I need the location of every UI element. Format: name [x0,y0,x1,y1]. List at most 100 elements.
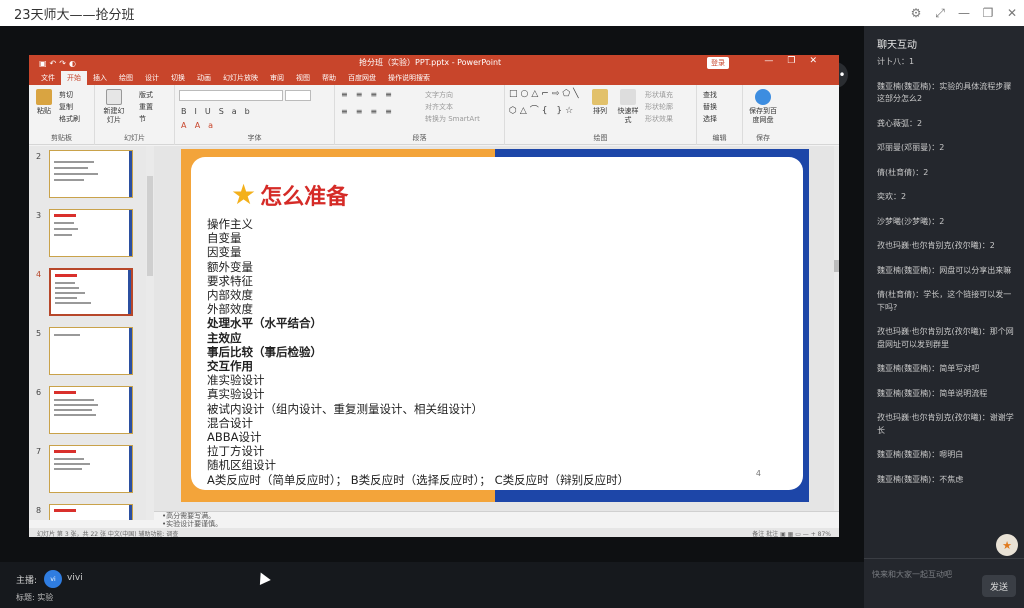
tab-slideshow[interactable]: 幻灯片放映 [217,71,264,85]
shape-effect-button[interactable]: 形状效果 [645,114,673,124]
arrange-button[interactable]: 排列 [589,89,611,116]
font-color-buttons[interactable]: AAa [181,121,221,130]
tab-baidu[interactable]: 百度网盘 [342,71,382,85]
reset-button[interactable]: 重置 [139,102,153,112]
ppt-statusbar: 幻灯片 第 3 张，共 22 张 中文(中国) 辅助功能: 调查 备注 批注 ▣… [29,528,839,537]
tab-home[interactable]: 开始 [61,71,87,85]
shape-outline-button[interactable]: 形状轮廓 [645,102,673,112]
chat-message: 魏亚楠(魏亚楠)：不焦虑 [877,474,964,484]
chat-message: 魏亚楠(魏亚楠)：网盘可以分享出来嘛 [877,265,1012,275]
arrange-icon [592,89,608,105]
tab-draw[interactable]: 绘图 [113,71,139,85]
list-buttons[interactable]: ≡≡≡≡ [341,90,400,99]
align-text-button[interactable]: 对齐文本 [425,102,453,112]
chat-message: 沙梦曦(沙梦曦)：2 [877,216,945,226]
drawing-label: 绘图 [593,134,608,142]
clipboard-label: 剪贴板 [51,134,72,142]
font-name-input[interactable] [179,90,283,101]
send-button[interactable]: 发送 [982,575,1016,597]
slide-title-text: 怎么准备 [260,185,349,210]
save-to-baidu-button[interactable]: 保存到百度网盘 [747,89,779,125]
format-painter-button[interactable]: 格式刷 [59,114,80,124]
chat-message: 倩(杜育倩)：学长，这个链接可以发一下吗? [877,290,1012,312]
quick-styles-label: 快速样式 [617,107,639,124]
tab-animations[interactable]: 动画 [191,71,217,85]
tab-review[interactable]: 审阅 [264,71,290,85]
thumbnail-number: 2 [36,152,42,161]
chat-message: 魏亚楠(魏亚楠)：简单写对吧 [877,364,980,373]
slide-content-card: ★ 怎么准备 操作主义 自变量 因变量 额外变量 要求特征 内部效度 外部效度 处理水平（水平… [191,157,803,490]
chat-divider [864,558,1024,559]
tab-search[interactable]: 操作说明搜索 [382,71,436,85]
shapes-gallery[interactable]: □○△⌐⇨⬠╲ [509,89,582,99]
status-slide-info: 幻灯片 第 3 张，共 22 张 中文(中国) 辅助功能: 调查 [37,531,179,537]
settings-icon[interactable]: ⚙ [904,0,928,26]
save-label: 保存 [756,134,770,142]
layout-button[interactable]: 版式 [139,90,153,100]
thumbnail-scrollbar[interactable] [146,146,154,520]
thumbnail-image [49,209,133,257]
thumbnail-slide-4[interactable]: 4 [29,268,147,318]
window-controls: ⚙ ⤢ — ❐ ✕ [904,0,1024,26]
replace-button[interactable]: 替换 [703,102,717,112]
chat-message: 计卜八：1 [877,57,915,66]
star-icon: ★ [231,178,257,211]
tab-help[interactable]: 帮助 [316,71,342,85]
thumbnail-number: 3 [36,211,42,220]
font-format-buttons[interactable]: BIUSab [181,107,258,116]
quick-styles-button[interactable]: 快速样式 [615,89,641,125]
tab-transitions[interactable]: 切换 [165,71,191,85]
quick-access-icons[interactable]: ▣↶↷◐ [39,59,79,68]
save-group: 保存到百度网盘 保存 [743,85,783,145]
tab-insert[interactable]: 插入 [87,71,113,85]
chat-message: 孜也玛巍·也尔肯别克(孜尔曦)：那个网盘网址可以发到群里 [877,327,1014,349]
shapes-gallery-row2[interactable]: ⬡△⌒{ }☆ [509,103,576,116]
align-buttons[interactable]: ≡≡≡≡ [341,107,400,116]
thumbnail-image [49,445,133,493]
cut-button[interactable]: 剪切 [59,90,73,100]
chat-message-list[interactable]: 计卜八：1 魏亚楠(魏亚楠)：实验的具体流程步骤这部分怎么2 龚心薇弧：2 邓丽曼(邓… [877,56,1017,536]
copy-button[interactable]: 复制 [59,102,73,112]
thumbnail-slide-2[interactable]: 2 [29,150,147,200]
thumbnail-slide-8[interactable]: 8 [29,504,147,520]
thumbnail-slide-3[interactable]: 3 [29,209,147,259]
gift-icon[interactable]: ★ [996,534,1018,556]
tab-file[interactable]: 文件 [35,71,61,85]
save-to-baidu-label: 保存到百度网盘 [749,107,777,124]
host-info-bar: 主播: vi vivi 标题: 实验 [0,562,864,608]
chat-message: 倩(杜育倩)：2 [877,167,929,177]
chat-message: 孜也玛巍·也尔肯别克(孜尔曦)：2 [877,241,995,250]
chat-input[interactable]: 快来和大家一起互动吧 [872,569,952,580]
notes-line: •高分需要写满。 [162,512,216,520]
select-button[interactable]: 选择 [703,114,717,124]
notes-pane[interactable]: •高分需要写满。 •实验设计要谨慎。 [154,511,839,529]
slide-bullet-line: 操作主义 [207,217,253,231]
new-slide-button[interactable]: 新建幻灯片 [103,89,125,125]
chat-message: 邓丽曼(邓丽曼)：2 [877,143,945,152]
current-slide[interactable]: ★ 怎么准备 操作主义 自变量 因变量 额外变量 要求特征 内部效度 外部效度 处理水平（水平… [181,149,809,502]
smartart-button[interactable]: 转换为 SmartArt [425,114,480,124]
thumbnail-slide-7[interactable]: 7 [29,445,147,495]
find-button[interactable]: 查找 [703,90,717,100]
font-size-input[interactable] [285,90,311,101]
tab-view[interactable]: 视图 [290,71,316,85]
restore-button[interactable]: ❐ [976,0,1000,26]
status-view-zoom[interactable]: 备注 批注 ▣ ▦ ▭ — + 87% [752,529,831,537]
slide-vertical-scrollbar[interactable] [834,146,839,520]
ppt-window-controls[interactable]: —❐✕ [764,56,831,66]
editing-group: 查找 替换 选择 编辑 [697,85,743,145]
slide-title: ★ 怎么准备 [231,179,348,211]
paste-button[interactable]: 粘贴 [35,89,53,116]
shape-fill-button[interactable]: 形状填充 [645,90,673,100]
close-button[interactable]: ✕ [1000,0,1024,26]
tab-design[interactable]: 设计 [139,71,165,85]
host-label: 主播: [16,576,38,586]
section-button[interactable]: 节 [139,114,146,124]
thumbnail-slide-6[interactable]: 6 [29,386,147,436]
thumbnail-slide-5[interactable]: 5 [29,327,147,377]
text-direction-button[interactable]: 文字方向 [425,90,453,100]
fullscreen-icon[interactable]: ⤢ [928,0,952,26]
ppt-login-button[interactable]: 登录 [707,57,729,69]
minimize-button[interactable]: — [952,0,976,26]
avatar: vi [44,570,62,588]
